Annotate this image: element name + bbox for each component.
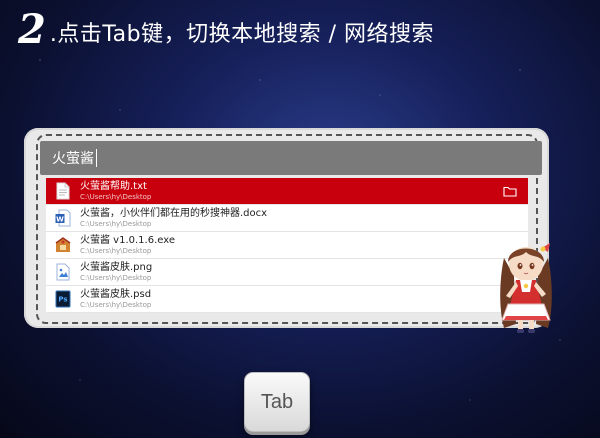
text-file-icon	[54, 180, 72, 202]
result-name: 火萤酱皮肤.png	[80, 261, 153, 273]
result-row[interactable]: W 火萤酱，小伙伴们都在用的秒搜神器.docx C:\Users\hy\Desk…	[46, 205, 528, 232]
result-name: 火萤酱 v1.0.1.6.exe	[80, 234, 175, 246]
result-name: 火萤酱皮肤.psd	[80, 288, 152, 300]
step-instruction: .点击Tab键，切换本地搜索 / 网络搜索	[49, 22, 434, 47]
text-caret	[96, 149, 97, 167]
result-row[interactable]: Ps 火萤酱皮肤.psd C:\Users\hy\Desktop	[46, 286, 528, 313]
search-input[interactable]: 火萤酱	[40, 141, 542, 175]
svg-text:Ps: Ps	[58, 296, 67, 304]
result-path: C:\Users\hy\Desktop	[80, 246, 152, 255]
result-path: C:\Users\hy\Desktop	[80, 273, 152, 282]
photoshop-file-icon: Ps	[54, 288, 72, 310]
result-row[interactable]: 火萤酱 v1.0.1.6.exe C:\Users\hy\Desktop	[46, 232, 528, 259]
result-row[interactable]: 火萤酱皮肤.png C:\Users\hy\Desktop	[46, 259, 528, 286]
mascot-character	[486, 236, 566, 336]
svg-text:W: W	[56, 215, 64, 223]
tab-key[interactable]: Tab	[244, 372, 310, 432]
result-row[interactable]: 火萤酱帮助.txt C:\Users\hy\Desktop	[46, 178, 528, 205]
search-query: 火萤酱	[52, 151, 94, 167]
open-folder-icon[interactable]	[502, 184, 518, 198]
result-path: C:\Users\hy\Desktop	[80, 300, 152, 309]
step-number: 2	[18, 6, 46, 53]
result-path: C:\Users\hy\Desktop	[80, 192, 152, 201]
installer-icon	[54, 234, 72, 256]
tab-key-label: Tab	[260, 390, 294, 413]
image-file-icon	[54, 261, 72, 283]
result-path: C:\Users\hy\Desktop	[80, 219, 152, 228]
results-list: 火萤酱帮助.txt C:\Users\hy\Desktop W 火萤酱，小伙伴们…	[46, 178, 528, 313]
result-name: 火萤酱，小伙伴们都在用的秒搜神器.docx	[80, 207, 268, 219]
word-file-icon: W	[54, 207, 72, 229]
headline: 2 .点击Tab键，切换本地搜索 / 网络搜索	[18, 6, 434, 50]
launcher-window: 火萤酱 火萤酱帮助.txt C:\Users\hy\Desktop W 火萤酱，…	[24, 128, 549, 328]
result-name: 火萤酱帮助.txt	[80, 180, 147, 192]
